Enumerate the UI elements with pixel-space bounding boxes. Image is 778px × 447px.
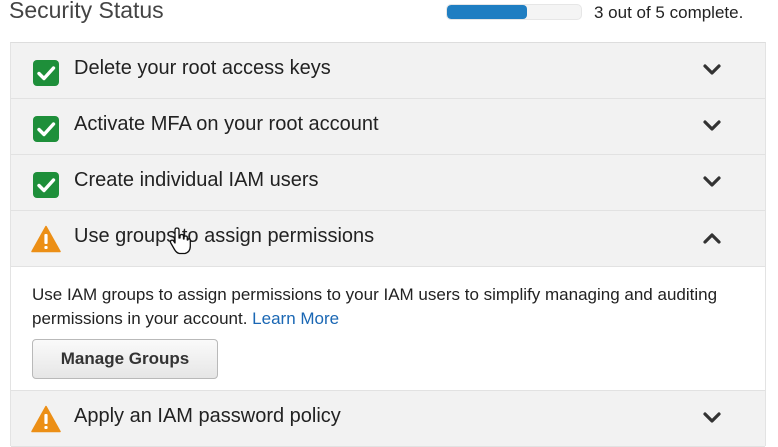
checklist-item-label: Apply an IAM password policy bbox=[74, 405, 341, 427]
checklist-item-label: Delete your root access keys bbox=[74, 57, 331, 79]
checklist-item-label: Create individual IAM users bbox=[74, 169, 319, 191]
hand-cursor-icon bbox=[169, 227, 191, 255]
details-description: Use IAM groups to assign permissions to … bbox=[32, 283, 752, 331]
learn-more-link[interactable]: Learn More bbox=[252, 309, 339, 328]
checklist-item-label: Use groups to assign permissions bbox=[74, 225, 375, 247]
checklist-item-label: Activate MFA on your root account bbox=[74, 113, 379, 135]
page-title: Security Status bbox=[9, 0, 164, 23]
checklist-item-password-policy[interactable]: Apply an IAM password policy bbox=[11, 391, 765, 447]
progress-text: 3 out of 5 complete. bbox=[594, 3, 744, 22]
chevron-down-icon[interactable] bbox=[701, 171, 723, 193]
chevron-down-icon[interactable] bbox=[701, 59, 723, 81]
green-check-icon bbox=[33, 60, 59, 86]
security-checklist: Delete your root access keys Activate MF… bbox=[10, 42, 766, 447]
progress-bar bbox=[446, 4, 582, 20]
chevron-down-icon[interactable] bbox=[701, 407, 723, 429]
use-groups-details: Use IAM groups to assign permissions to … bbox=[11, 267, 765, 391]
green-check-icon bbox=[33, 116, 59, 142]
manage-groups-button[interactable]: Manage Groups bbox=[32, 339, 218, 379]
warning-icon bbox=[31, 405, 61, 433]
checklist-item-use-groups[interactable]: Use groups to assign permissions bbox=[11, 211, 765, 267]
chevron-up-icon[interactable] bbox=[701, 227, 723, 249]
green-check-icon bbox=[33, 172, 59, 198]
security-status-header: Security Status 3 out of 5 complete. bbox=[0, 0, 778, 30]
warning-icon bbox=[31, 225, 61, 253]
checklist-item-delete-root-keys[interactable]: Delete your root access keys bbox=[11, 43, 765, 99]
chevron-down-icon[interactable] bbox=[701, 115, 723, 137]
checklist-item-create-iam-users[interactable]: Create individual IAM users bbox=[11, 155, 765, 211]
progress-bar-fill bbox=[447, 5, 528, 19]
details-description-text: Use IAM groups to assign permissions to … bbox=[32, 285, 718, 328]
checklist-item-activate-mfa[interactable]: Activate MFA on your root account bbox=[11, 99, 765, 155]
